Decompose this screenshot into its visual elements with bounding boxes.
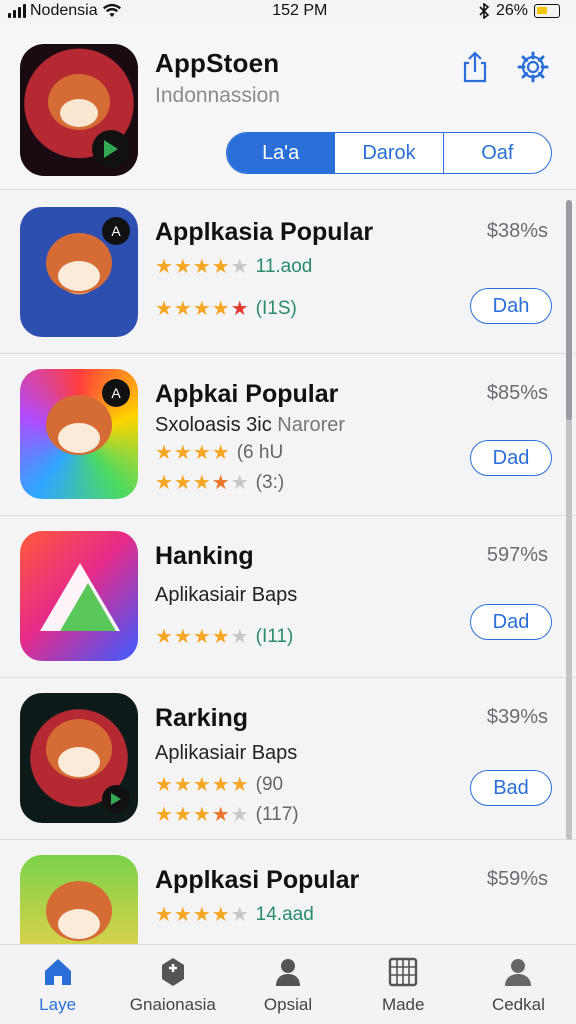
store-app-icon[interactable] — [20, 44, 138, 176]
app-price: $85%s — [486, 382, 548, 404]
list-item[interactable]: A Apþkai Popular $85%s Sxoloasis 3ic Nar… — [0, 354, 576, 516]
home-icon — [44, 958, 71, 985]
tab-label: Laye — [39, 994, 77, 1014]
status-right: 26% — [478, 2, 560, 20]
app-price: $38%s — [486, 220, 548, 242]
yellow-critter-icon — [20, 855, 138, 944]
rating-row: ★★★★★ (I1S) — [155, 296, 297, 321]
segment-0[interactable]: La'a — [227, 133, 336, 173]
tab-bar: Laye Gnaionasia Opsial Made Cedkal — [0, 944, 576, 1024]
status-left: Nodensia — [8, 2, 122, 20]
app-subtitle: Sxoloasis 3ic Narorer — [155, 414, 346, 436]
play-store-badge-icon — [102, 785, 130, 813]
store-title: AppStoen — [155, 48, 280, 78]
share-icon[interactable] — [458, 50, 492, 84]
store-header: AppStoen Indonnassion La'a Darok Oaf — [0, 22, 576, 190]
games-icon — [161, 957, 184, 986]
dark-critter-icon — [20, 693, 138, 823]
clock: 152 PM — [272, 2, 328, 19]
store-subtitle: Indonnassion — [155, 84, 280, 107]
app-subtitle: Aplikasiair Baps — [155, 584, 298, 606]
star-rating: ★★★★★ — [155, 256, 250, 278]
app-title: Hanking — [155, 542, 254, 570]
critter-muzzle — [60, 99, 98, 127]
tab-games[interactable]: Gnaionasia — [115, 945, 230, 1024]
tab-label: Gnaionasia — [129, 994, 216, 1014]
star-rating: ★★★★★ — [155, 626, 250, 648]
rating-count: (3:) — [255, 471, 285, 493]
rating-count: (I1S) — [255, 297, 297, 319]
app-list: A Applkasia Popular $38%s ★★★★★ 11.aod ★… — [0, 192, 576, 944]
signal-icon — [8, 4, 26, 18]
list-item[interactable]: A Applkasia Popular $38%s ★★★★★ 11.aod ★… — [0, 192, 576, 354]
tab-label: Opsial — [263, 994, 313, 1014]
bluetooth-icon — [479, 3, 490, 19]
rainbow-critter-icon: A — [20, 369, 138, 499]
list-item[interactable]: Hanking 597%s Aplikasiair Baps ★★★★★ (I1… — [0, 516, 576, 678]
rating-row: ★★★★★ 11.aod — [155, 254, 312, 279]
rating-count: (90 — [255, 773, 284, 795]
get-button[interactable]: Dad — [470, 604, 552, 640]
segmented-control: La'a Darok Oaf — [226, 132, 552, 174]
rating-row: ★★★★ (6 hU — [155, 440, 283, 465]
segment-2[interactable]: Oaf — [444, 133, 551, 173]
get-button[interactable]: Bad — [470, 770, 552, 806]
a-badge-icon: A — [102, 217, 130, 245]
carrier-label: Nodensia — [30, 2, 98, 19]
star-rating: ★★★★★ — [155, 774, 250, 796]
get-button[interactable]: Dad — [470, 440, 552, 476]
rating-count: 11.aod — [255, 255, 313, 277]
scrollbar[interactable] — [566, 200, 572, 840]
tab-label: Cedkal — [491, 994, 545, 1014]
calendar-icon — [389, 957, 418, 986]
app-price: 597%s — [486, 544, 548, 566]
rating-count: (6 hU — [236, 441, 284, 463]
get-button[interactable]: Dah — [470, 288, 552, 324]
star-rating: ★★★★★ — [155, 804, 250, 826]
tab-account[interactable]: Cedkal — [461, 945, 576, 1024]
star-rating: ★★★★ — [155, 442, 231, 464]
app-title: Applkasia Popular — [155, 218, 374, 246]
person-icon — [276, 958, 300, 986]
tab-label: Made — [381, 994, 425, 1014]
star-rating: ★★★★★ — [155, 472, 250, 494]
scrollbar-thumb[interactable] — [566, 200, 572, 420]
rating-row: ★★★★★ (90 — [155, 772, 283, 797]
app-title: Applkasi Popular — [155, 866, 360, 894]
play-store-badge-icon — [92, 130, 130, 168]
wifi-icon — [102, 3, 121, 17]
rating-count: 14.aad — [255, 903, 314, 925]
triangle-logo-icon — [20, 531, 138, 661]
battery-percent: 26% — [495, 2, 528, 19]
star-rating: ★★★★★ — [155, 904, 250, 926]
rating-row: ★★★★★ (I11) — [155, 624, 293, 649]
gear-icon[interactable] — [516, 50, 550, 84]
list-item[interactable]: Applkasi Popular $59%s ★★★★★ 14.aad — [0, 840, 576, 944]
tab-calendar[interactable]: Made — [346, 945, 461, 1024]
tab-person[interactable]: Opsial — [230, 945, 345, 1024]
status-bar: Nodensia 152 PM 26% — [0, 0, 576, 22]
battery-icon — [534, 4, 560, 18]
app-title: Apþkai Popular — [155, 380, 339, 408]
tab-home[interactable]: Laye — [0, 945, 115, 1024]
rating-count: (I11) — [255, 625, 294, 647]
app-title: Rarking — [155, 704, 249, 732]
rating-row: ★★★★★ (117) — [155, 802, 299, 827]
rating-count: (117) — [255, 803, 299, 825]
rating-row: ★★★★★ (3:) — [155, 470, 284, 495]
account-icon — [505, 958, 532, 986]
a-badge-icon: A — [102, 379, 130, 407]
app-subtitle: Aplikasiair Baps — [155, 742, 298, 764]
rating-row: ★★★★★ 14.aad — [155, 902, 314, 927]
list-item[interactable]: Rarking $39%s Aplikasiair Baps ★★★★★ (90… — [0, 678, 576, 840]
segment-1[interactable]: Darok — [335, 133, 444, 173]
critter-icon: A — [20, 207, 138, 337]
app-price: $39%s — [486, 706, 548, 728]
app-price: $59%s — [486, 868, 548, 890]
star-rating: ★★★★★ — [155, 298, 250, 320]
